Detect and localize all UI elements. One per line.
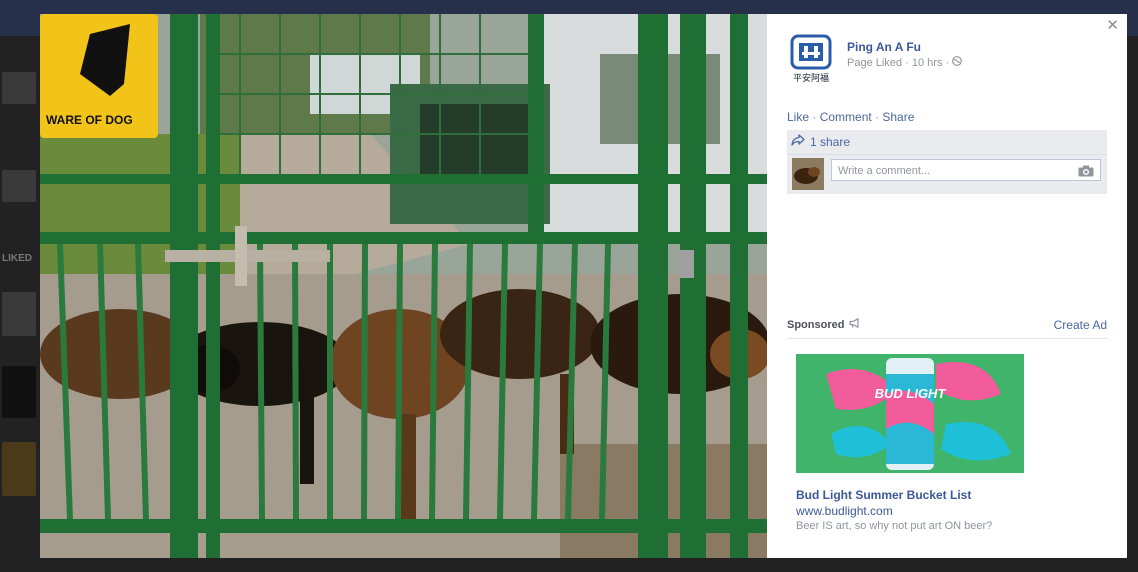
megaphone-icon (849, 318, 861, 331)
page-avatar[interactable]: 平安阿福 (787, 34, 835, 86)
ad-description: Beer IS art, so why not put art ON beer? (796, 520, 993, 532)
can-text: BUD LIGHT (875, 386, 947, 401)
background-thumbnail (2, 72, 36, 104)
page-name-link[interactable]: Ping An A Fu (847, 40, 921, 54)
action-separator: · (871, 110, 883, 124)
post-meta: Page Liked · 10 hrs · (847, 56, 963, 69)
share-count: 1 share (810, 134, 851, 149)
background-thumbnail (2, 170, 36, 202)
create-ad-link[interactable]: Create Ad (1054, 318, 1107, 332)
like-link[interactable]: Like (787, 110, 809, 124)
background-thumbnail (2, 442, 36, 496)
post-actions: Like · Comment · Share (787, 110, 914, 124)
ad-url-link[interactable]: www.budlight.com (796, 504, 893, 518)
photo-lightbox: WARE OF DOG ✕ 平安阿福 Ping An A Fu Page Lik… (40, 14, 1127, 558)
camera-icon[interactable] (1078, 164, 1094, 182)
sponsored-text: Sponsored (787, 318, 845, 331)
background-section-label: LIKED (2, 253, 32, 264)
action-separator: · (809, 110, 820, 124)
sponsored-label: Sponsored (787, 318, 861, 331)
comment-input[interactable] (836, 161, 1070, 181)
commenter-avatar (792, 158, 824, 190)
feedback-box: 1 share (787, 130, 1107, 194)
share-arrow-icon (791, 134, 805, 149)
meta-separator: · (902, 57, 912, 69)
share-link[interactable]: Share (882, 110, 914, 124)
avatar-caption: 平安阿福 (793, 72, 829, 84)
sponsored-header: Sponsored Create Ad (787, 318, 1107, 332)
sign-text: WARE OF DOG (46, 113, 133, 127)
post-sidebar: ✕ 平安阿福 Ping An A Fu Page Liked · 10 hrs … (767, 14, 1127, 558)
post-time[interactable]: 10 hrs (912, 57, 943, 69)
close-icon[interactable]: ✕ (1106, 18, 1119, 34)
photo-image: WARE OF DOG (40, 14, 767, 558)
globe-icon[interactable] (952, 56, 963, 69)
sponsored-divider (787, 338, 1107, 339)
photo-stage[interactable]: WARE OF DOG (40, 14, 767, 558)
comment-link[interactable]: Comment (820, 110, 872, 124)
page-liked-status[interactable]: Page Liked (847, 57, 902, 69)
ad-image[interactable]: BUD LIGHT (796, 354, 1024, 473)
background-thumbnail (2, 366, 36, 418)
background-thumbnail (2, 292, 36, 336)
meta-separator: · (942, 57, 953, 69)
share-count-link[interactable]: 1 share (791, 134, 850, 149)
comment-box (831, 159, 1101, 181)
feedback-divider (787, 154, 1107, 155)
ad-title-link[interactable]: Bud Light Summer Bucket List (796, 488, 971, 502)
